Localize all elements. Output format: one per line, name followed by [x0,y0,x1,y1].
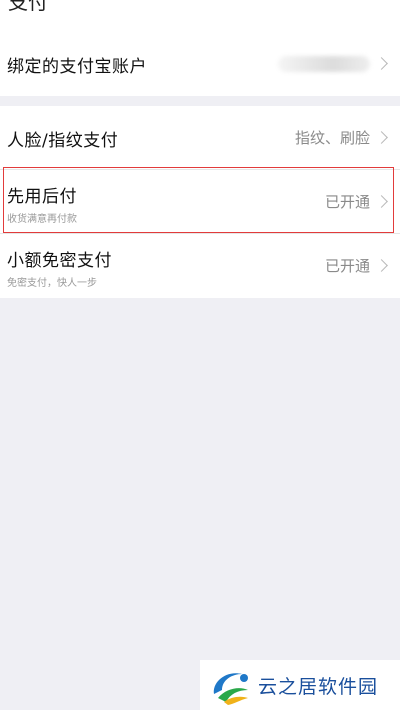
small-amount-password-free-row[interactable]: 小额免密支付 免密支付，快人一步 已开通 [0,234,400,298]
watermark-text: 云之居软件园 [258,676,379,698]
face-fingerprint-pay-row[interactable]: 人脸/指纹支付 指纹、刷脸 [0,106,400,170]
bound-account-label: 绑定的支付宝账户 [7,57,147,77]
chevron-right-icon [375,131,388,144]
row-subtitle: 免密支付，快人一步 [7,278,97,289]
pay-later-row[interactable]: 先用后付 收货满意再付款 已开通 [0,170,400,234]
row-title: 先用后付 [7,187,77,207]
chevron-right-icon [375,259,388,272]
row-value: 已开通 [324,193,370,211]
chevron-right-icon [375,57,388,70]
row-title: 小额免密支付 [7,251,112,271]
cut-off-title: 支付 [8,0,48,14]
top-cut-section: 支付 [0,0,400,32]
row-value: 指纹、刷脸 [294,129,370,147]
row-subtitle: 收货满意再付款 [7,214,77,225]
row-value: 已开通 [324,257,370,275]
blurred-account-value [278,56,370,72]
yunzhiju-logo-icon [208,664,252,710]
bound-account-row[interactable]: 绑定的支付宝账户 [0,32,400,96]
row-title: 人脸/指纹支付 [7,131,119,151]
payment-settings-group: 人脸/指纹支付 指纹、刷脸 先用后付 收货满意再付款 已开通 小额免密支付 免密… [0,106,400,298]
watermark: 云之居软件园 [200,660,400,710]
account-group: 绑定的支付宝账户 [0,32,400,96]
chevron-right-icon [375,195,388,208]
